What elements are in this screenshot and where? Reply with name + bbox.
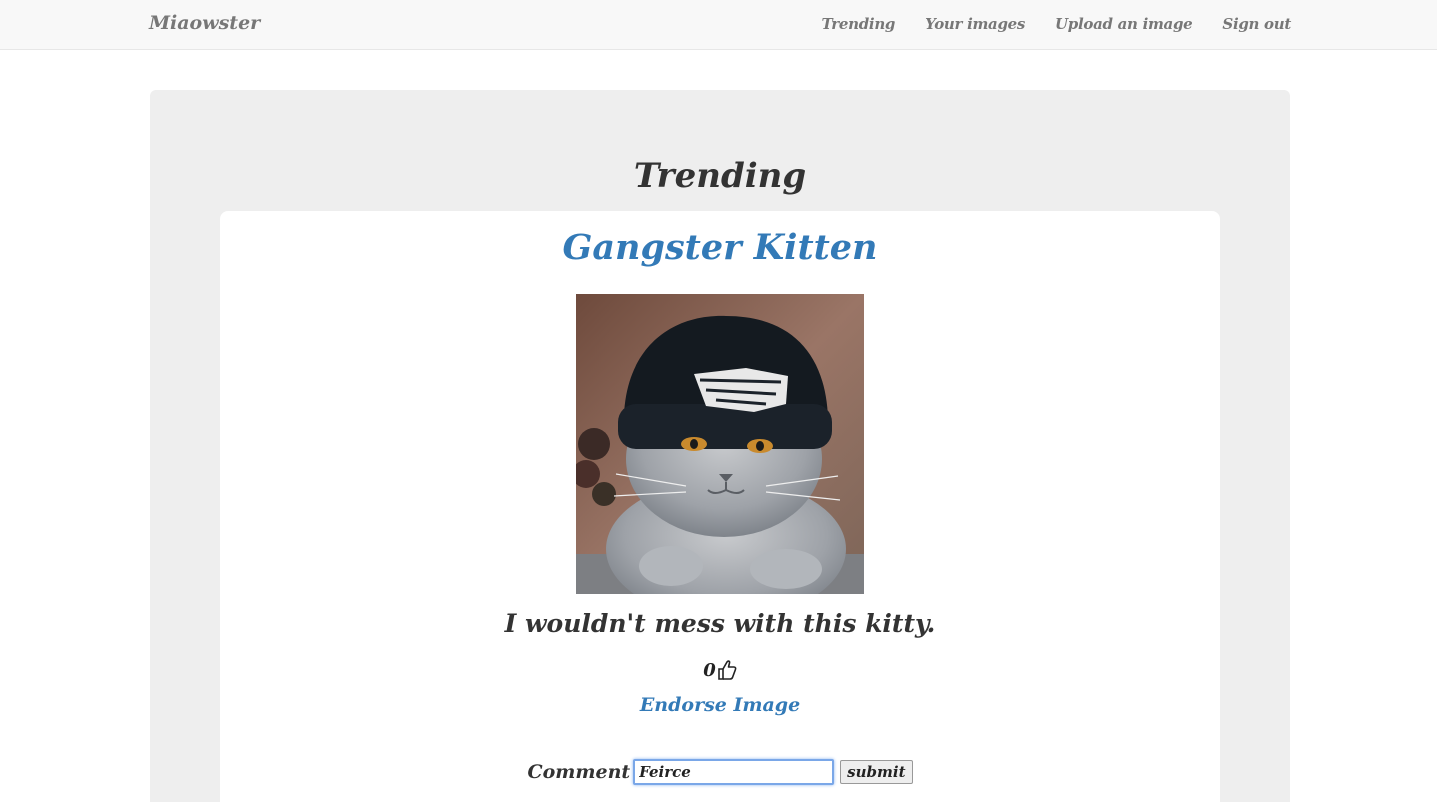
image-caption: I wouldn't mess with this kitty.	[504, 609, 936, 638]
nav-link-upload-image[interactable]: Upload an image	[1055, 15, 1193, 33]
like-counter: 0	[220, 659, 1220, 681]
content-panel: Trending Gangster Kitten I wouldn't mess…	[150, 90, 1290, 802]
nav-link-trending[interactable]: Trending	[822, 15, 896, 33]
image-title-link[interactable]: Gangster Kitten	[220, 227, 1220, 268]
nav-link-sign-out[interactable]: Sign out	[1222, 15, 1291, 33]
page-title: Trending	[633, 156, 807, 196]
nav-link-your-images[interactable]: Your images	[925, 15, 1025, 33]
submit-button[interactable]: submit	[840, 760, 913, 784]
comment-input[interactable]	[633, 759, 835, 785]
cat-photo	[576, 294, 864, 594]
image-card: Gangster Kitten I wouldn't mess with thi…	[220, 211, 1220, 802]
endorse-image-link[interactable]: Endorse Image	[220, 694, 1220, 716]
thumbs-up-icon	[717, 659, 737, 681]
comment-form: Comment submit	[220, 759, 1220, 785]
nav-links: Trending Your images Upload an image Sig…	[822, 15, 1292, 33]
comment-label: Comment	[527, 761, 631, 783]
like-count: 0	[703, 660, 716, 681]
top-navbar: Miaowster Trending Your images Upload an…	[0, 0, 1437, 50]
brand-logo[interactable]: Miaowster	[149, 12, 260, 34]
cat-photo-illustration	[576, 294, 864, 594]
